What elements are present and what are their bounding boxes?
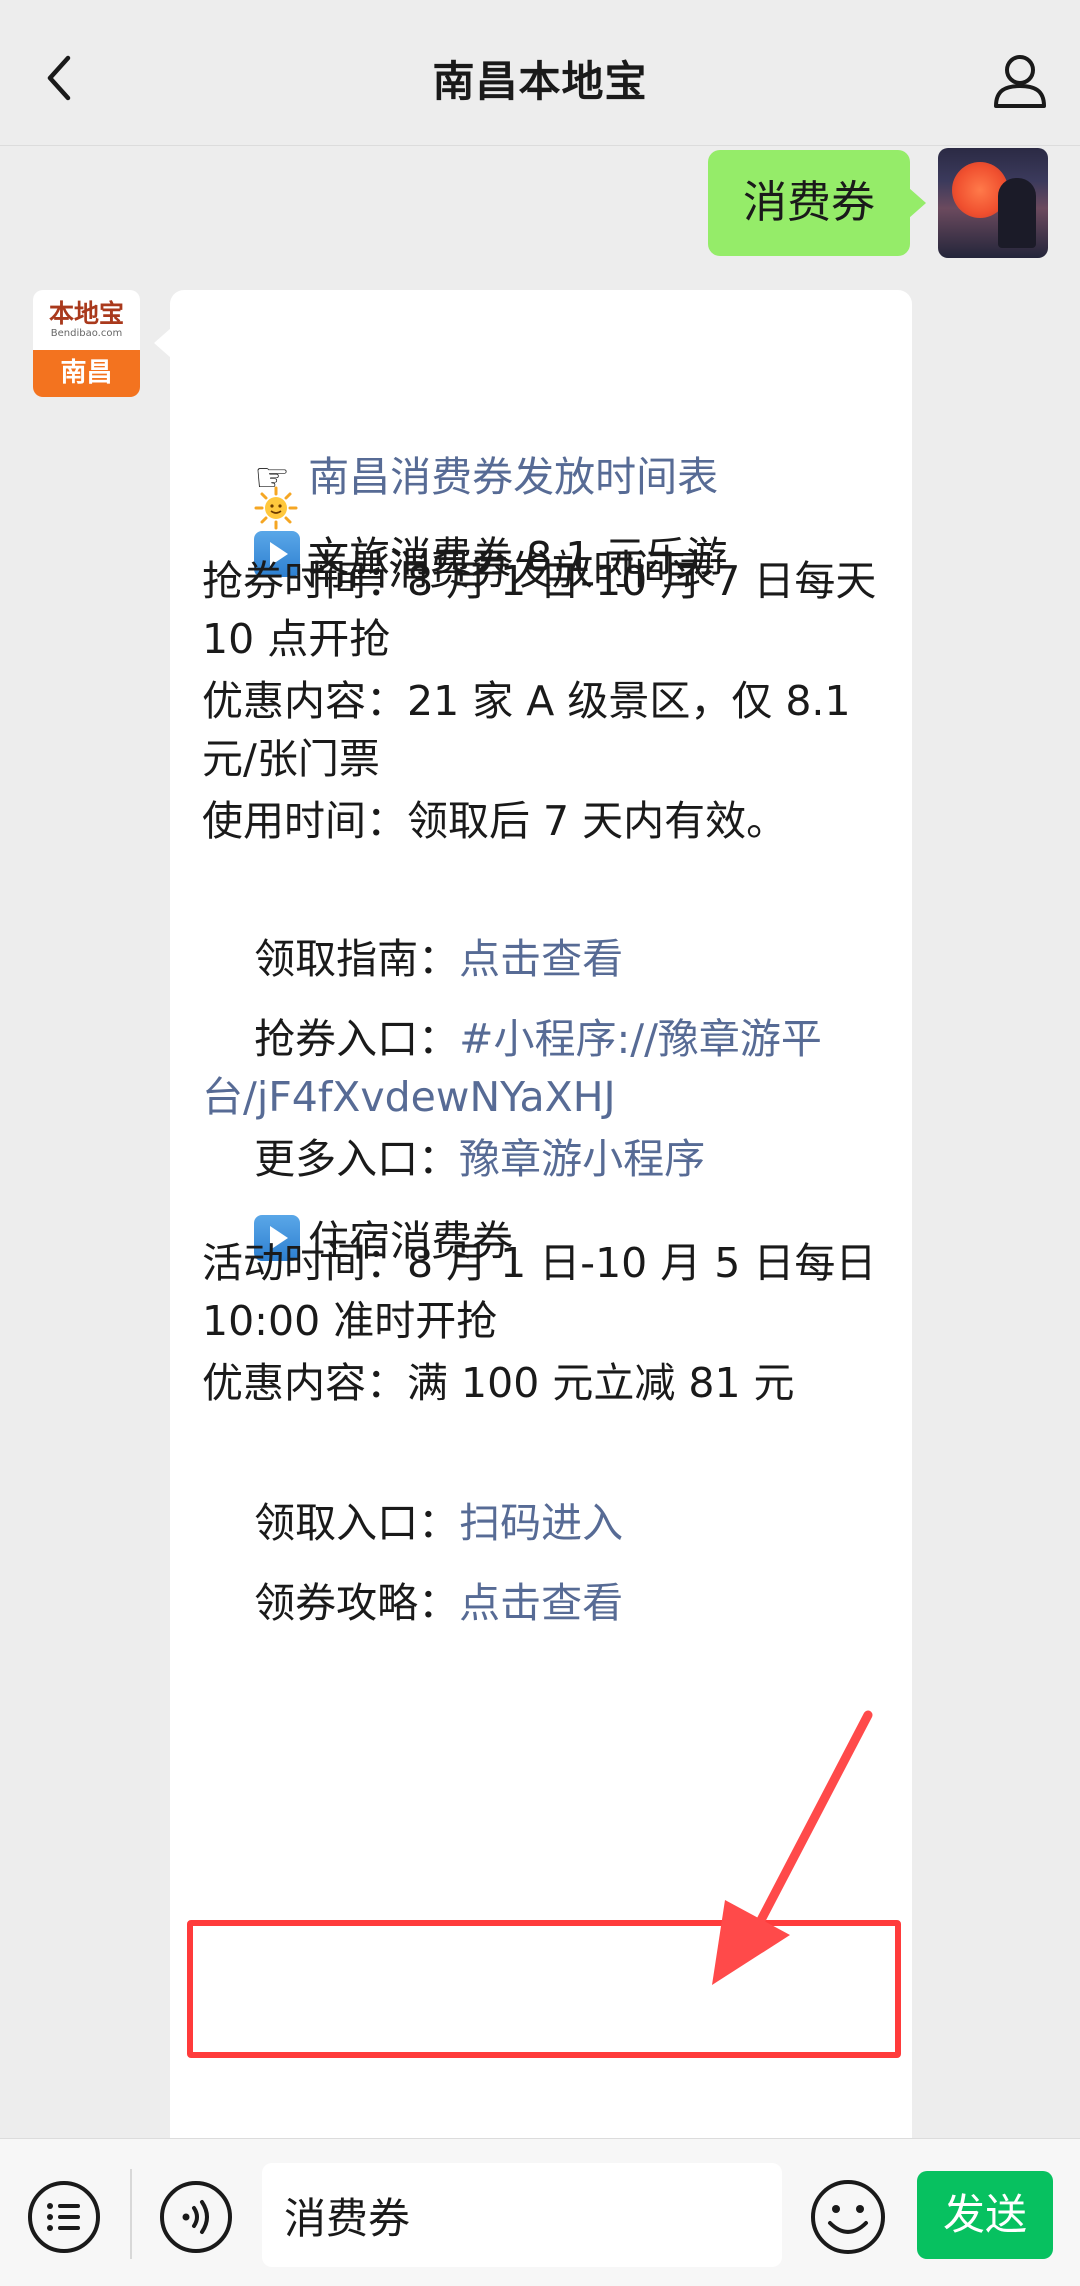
activity-time-text: 活动时间：8 月 1 日-10 月 5 日每日10:00 准时开抢 [202, 1239, 877, 1345]
entry-label: 抢券入口： [254, 1015, 460, 1063]
message-input[interactable] [262, 2163, 782, 2267]
profile-icon[interactable] [988, 48, 1052, 112]
grab-time-text: 抢券时间：8 月 1 日-10 月 7 日每天10 点开抢 [202, 557, 877, 663]
strategy-row: 领券攻略：点击查看 [202, 1516, 902, 1690]
divider [130, 2169, 132, 2259]
received-message-bubble: 南昌消费券发放时间表 ☞ 南昌消费券发放时间表 文旅消费券 8.1 元乐游 抢券时… [154, 290, 912, 2190]
discount2-text: 优惠内容：满 100 元立减 81 元 [202, 1359, 795, 1407]
bot-avatar[interactable]: 本地宝 Bendibao.com 南昌 [33, 290, 140, 397]
highlight-box [187, 1920, 901, 2058]
send-button[interactable]: 发送 [917, 2171, 1053, 2259]
user-avatar[interactable] [938, 148, 1048, 258]
chat-title: 南昌本地宝 [432, 57, 648, 106]
bot-logo-sub: Bendibao.com [50, 328, 123, 339]
input-bar: 发送 [0, 2138, 1080, 2286]
use-time-text: 使用时间：领取后 7 天内有效。 [202, 797, 788, 845]
bot-logo-text: 本地宝 [48, 299, 124, 328]
sent-message-bubble[interactable]: 消费券 [708, 150, 926, 256]
chat-header: 南昌本地宝 [0, 0, 1080, 146]
voice-icon[interactable] [158, 2179, 234, 2255]
bot-city: 南昌 [33, 350, 140, 397]
strategy-label: 领券攻略： [254, 1579, 460, 1627]
strategy-link[interactable]: 点击查看 [459, 1579, 623, 1627]
menu-list-icon[interactable] [26, 2179, 102, 2255]
discount1-text: 优惠内容：21 家 A 级景区，仅 8.1 元/张门票 [202, 677, 864, 783]
emoji-icon[interactable] [808, 2177, 888, 2257]
